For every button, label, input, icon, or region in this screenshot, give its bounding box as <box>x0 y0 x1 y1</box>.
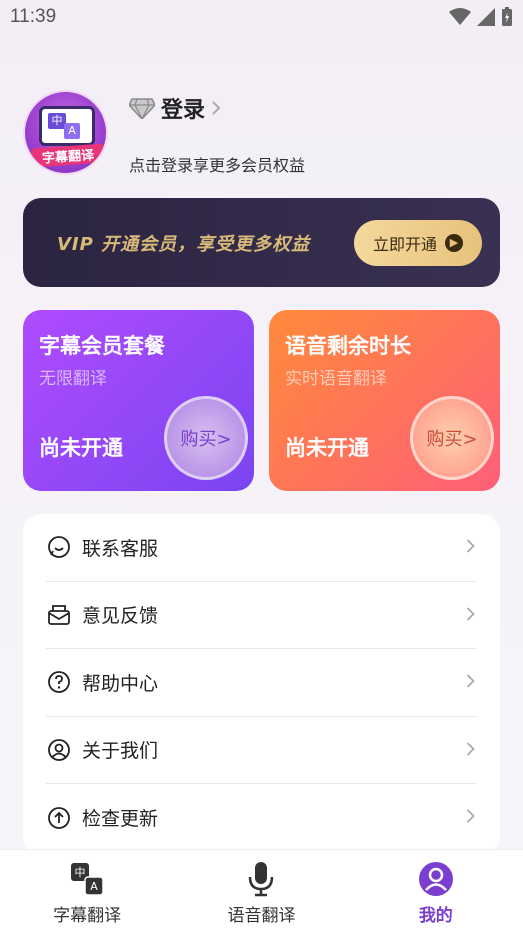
update-icon <box>46 805 72 831</box>
wifi-icon <box>449 8 471 25</box>
vip-open-label: 立即开通 <box>372 237 437 254</box>
tab-label: 我的 <box>418 906 453 926</box>
battery-icon <box>502 7 512 26</box>
status-time: 11:39 <box>10 6 57 27</box>
login-label[interactable]: 登录 <box>161 92 205 124</box>
user-circle-icon <box>46 737 72 763</box>
profile-section: 中 A 字幕翻译 登录 点击登录享更多会员权益 <box>23 90 503 180</box>
menu-item-label: 帮助中心 <box>82 672 159 695</box>
chevron-right-icon <box>466 674 475 688</box>
chevron-right-icon <box>466 606 475 621</box>
card-status: 尚未开通 <box>39 436 123 460</box>
profile-icon <box>416 860 456 898</box>
logo-a: A <box>64 123 80 139</box>
help-icon <box>46 669 72 695</box>
avatar[interactable]: 中 A 字幕翻译 <box>23 90 108 175</box>
vip-open-button[interactable]: 立即开通 ▶ <box>354 220 482 266</box>
chevron-right-icon <box>212 101 221 115</box>
card-status: 尚未开通 <box>285 436 369 460</box>
menu-item-about-us[interactable]: 关于我们 <box>46 717 477 784</box>
menu-item-label: 关于我们 <box>82 740 159 763</box>
settings-menu: 联系客服 意见反馈 帮助中心 关于我们 检查更新 <box>23 514 500 854</box>
chat-icon <box>46 534 72 560</box>
menu-item-label: 检查更新 <box>82 808 159 831</box>
tab-voice-translate[interactable]: 语音翻译 <box>174 850 348 931</box>
tab-label: 语音翻译 <box>227 906 296 926</box>
translate-icon: 中A <box>67 860 107 898</box>
menu-item-help-center[interactable]: 帮助中心 <box>46 649 477 717</box>
menu-item-label: 联系客服 <box>82 537 159 560</box>
signal-icon <box>477 8 495 26</box>
svg-text:中: 中 <box>75 866 86 879</box>
card-title: 语音剩余时长 <box>285 334 411 358</box>
chevron-right-icon <box>466 809 475 823</box>
menu-item-feedback[interactable]: 意见反馈 <box>46 582 477 649</box>
menu-item-label: 意见反馈 <box>82 605 159 628</box>
tab-subtitle-translate[interactable]: 中A 字幕翻译 <box>0 850 174 931</box>
buy-subtitle-button[interactable]: 购买> <box>164 396 248 480</box>
avatar-caption: 字幕翻译 <box>30 143 106 168</box>
card-subtitle: 无限翻译 <box>39 369 107 389</box>
feedback-icon <box>46 602 72 628</box>
vip-banner[interactable]: VIP 开通会员，享受更多权益 立即开通 ▶ <box>23 198 500 287</box>
tab-label: 字幕翻译 <box>53 906 122 926</box>
bottom-tab-bar: 中A 字幕翻译 语音翻译 我的 <box>0 849 523 931</box>
status-icons <box>449 7 513 27</box>
voice-time-card[interactable]: 语音剩余时长 实时语音翻译 尚未开通 购买> <box>269 310 500 491</box>
menu-item-check-update[interactable]: 检查更新 <box>46 784 477 852</box>
vip-banner-text: VIP 开通会员，享受更多权益 <box>57 234 311 255</box>
tab-mine[interactable]: 我的 <box>349 850 523 931</box>
buy-voice-button[interactable]: 购买> <box>410 396 494 480</box>
app-logo: 中 A <box>39 106 95 146</box>
microphone-icon <box>241 860 281 898</box>
login-link[interactable]: 登录 <box>129 92 221 124</box>
status-bar: 11:39 <box>0 0 523 36</box>
card-title: 字幕会员套餐 <box>39 334 165 358</box>
menu-item-contact-support[interactable]: 联系客服 <box>46 514 477 582</box>
diamond-icon <box>129 98 155 119</box>
subtitle-membership-card[interactable]: 字幕会员套餐 无限翻译 尚未开通 购买> <box>23 310 254 491</box>
svg-text:A: A <box>90 880 98 893</box>
chevron-right-icon <box>466 539 475 553</box>
card-subtitle: 实时语音翻译 <box>285 369 387 389</box>
chevron-right-icon <box>466 741 475 756</box>
arrow-right-icon: ▶ <box>445 234 463 252</box>
login-subtitle: 点击登录享更多会员权益 <box>129 156 306 175</box>
